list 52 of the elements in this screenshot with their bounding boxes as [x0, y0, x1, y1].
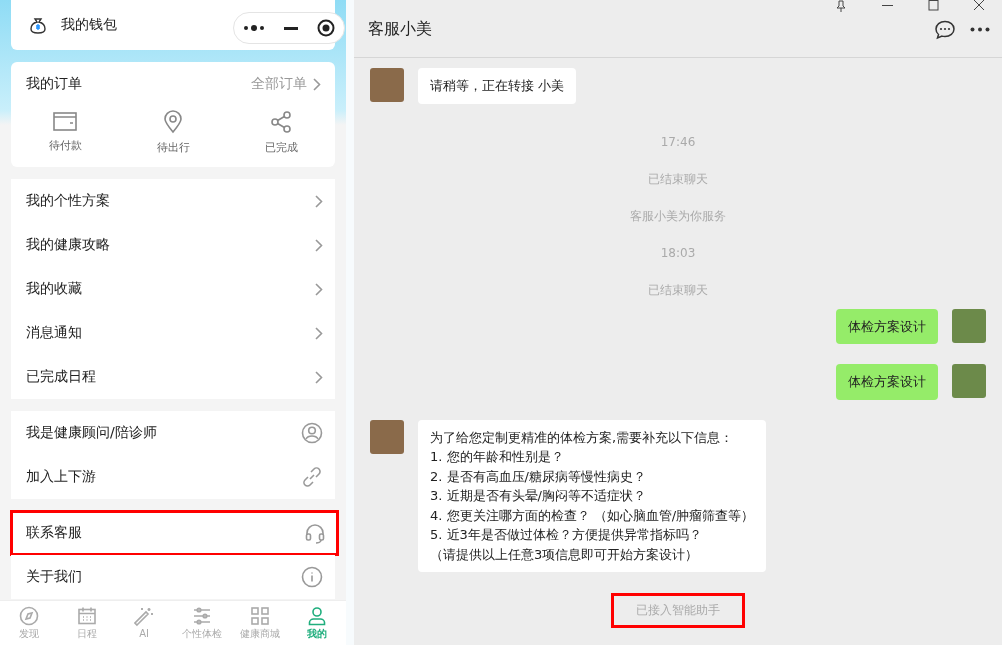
menu-item[interactable]: 关于我们 [11, 555, 335, 599]
order-status-button[interactable]: 待出行 [128, 110, 218, 155]
minimize-icon[interactable] [284, 26, 298, 30]
link-icon [301, 466, 323, 488]
info-icon [301, 566, 323, 588]
close-icon [973, 0, 985, 11]
system-notice: 客服小美为你服务 [629, 207, 727, 225]
magic-wand-icon [134, 607, 155, 627]
wallet-icon [52, 110, 78, 132]
message-bubble: 为了给您定制更精准的体检方案,需要补充以下信息： 1. 您的年龄和性别是？ 2. 是否有高血压/糖尿病等慢性病史？ 3. 近期是否有头晕/胸闷等不适症状？ 4. 您更关注哪方面的检查？ （如心脑血管/肿瘤筛查等） 5. 近3年是否做过体检？方便提供异常指标吗？ （请提供以上任意3项信息即可开始方案设计） [418, 419, 767, 572]
chevron-right-icon [315, 370, 323, 384]
maximize-icon [927, 0, 939, 11]
chevron-right-icon [315, 194, 323, 208]
avatar-photo-placeholder [370, 419, 404, 454]
pin-icon [836, 0, 846, 12]
chevron-right-icon [315, 238, 323, 252]
more-icon [970, 27, 990, 32]
compass-icon [18, 605, 39, 626]
system-notice: 已接入智能助手 [614, 596, 742, 625]
timestamp: 17:46 [659, 134, 697, 151]
chat-title: 客服小美 [368, 19, 432, 40]
message-bubble: 体检方案设计 [836, 308, 938, 344]
chevron-right-icon [313, 77, 321, 91]
chat-bubble-button[interactable] [934, 19, 956, 40]
headset-icon [304, 522, 326, 544]
chat-bubble-icon [934, 19, 956, 40]
timestamp: 18:03 [659, 245, 697, 262]
location-pin-icon [162, 110, 184, 134]
money-bag-icon [29, 16, 47, 34]
calendar-icon [76, 605, 97, 626]
chevron-right-icon [315, 326, 323, 340]
sliders-icon [191, 605, 212, 626]
grid-icon [249, 605, 270, 626]
system-notice: 已结束聊天 [647, 170, 709, 188]
message-bubble: 体检方案设计 [836, 364, 938, 400]
user-icon [301, 422, 323, 444]
menu-item[interactable]: 联系客服 [11, 511, 338, 555]
message-bubble: 请稍等，正在转接 小美 [418, 68, 577, 104]
order-status-button[interactable]: 已完成 [236, 110, 326, 155]
more-button[interactable] [970, 27, 990, 32]
avatar-photo-placeholder [952, 364, 986, 398]
avatar-photo-placeholder [952, 308, 986, 343]
system-notice: 已结束聊天 [647, 281, 709, 299]
close-target-icon[interactable] [316, 19, 335, 37]
wallet-label: 我的钱包 [61, 16, 117, 34]
chevron-right-icon [315, 282, 323, 296]
person-icon [307, 605, 328, 626]
more-dots-icon[interactable] [243, 25, 266, 31]
order-status-button[interactable]: 待付款 [20, 110, 110, 155]
avatar-photo-placeholder [370, 68, 404, 102]
orders-title: 我的订单 [26, 75, 82, 93]
share-icon [269, 110, 293, 134]
